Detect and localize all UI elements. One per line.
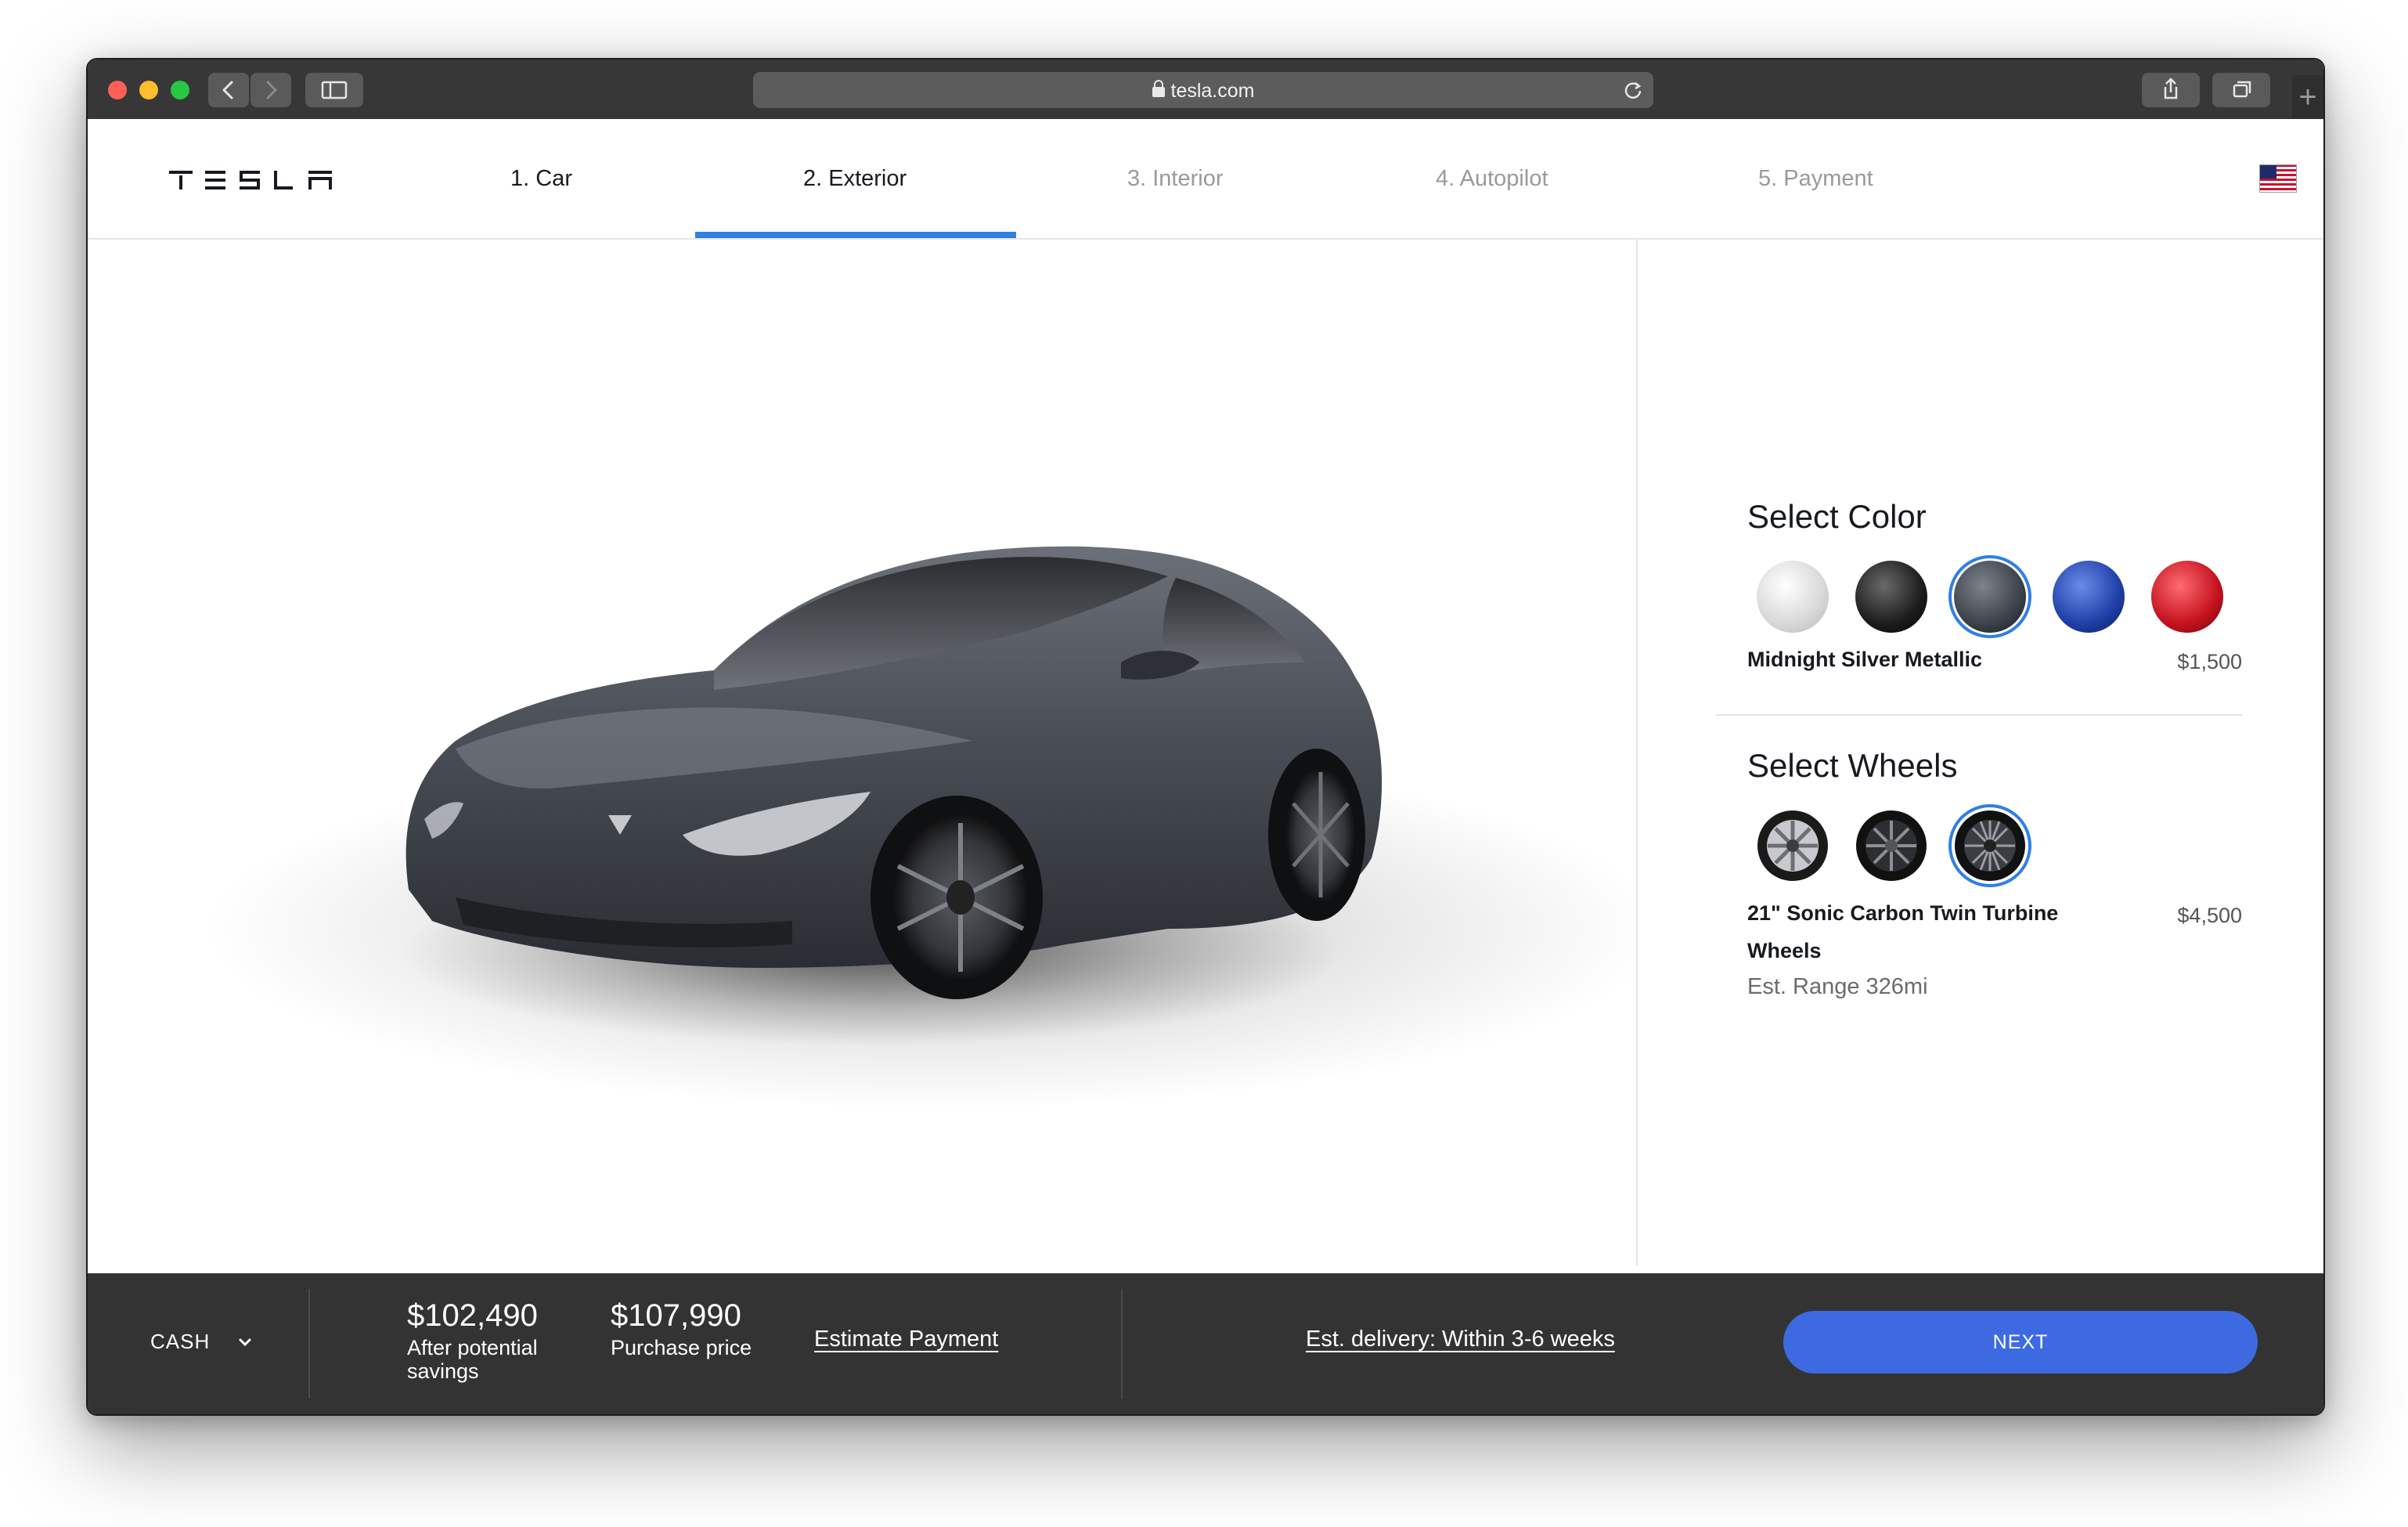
browser-window: tesla.com + 1. Car 2. Exterior 3. Interi… [86, 58, 2325, 1416]
order-footer: CASH $102,490 After potential savings $1… [88, 1273, 2323, 1414]
share-icon [2164, 78, 2178, 99]
selected-color-price: $1,500 [2177, 650, 2242, 673]
tab-interior[interactable]: 3. Interior [1127, 166, 1224, 192]
payment-mode-selector[interactable]: CASH [150, 1330, 254, 1354]
savings-price: $102,490 [407, 1298, 538, 1333]
options-panel [1636, 240, 2323, 1265]
url-text: tesla.com [1170, 80, 1255, 102]
purchase-label: Purchase price [611, 1336, 752, 1359]
close-window-button[interactable] [108, 81, 127, 99]
sidebar-toggle-button[interactable] [305, 73, 363, 107]
zoom-window-button[interactable] [171, 81, 189, 99]
midnight-silver-swatch[interactable] [1954, 561, 2026, 633]
back-button[interactable] [208, 73, 249, 107]
estimated-range: Est. Range 326mi [1747, 974, 1928, 999]
us-flag-icon[interactable] [2259, 164, 2297, 193]
select-color-heading: Select Color [1747, 498, 1927, 535]
reload-icon[interactable] [1622, 79, 1644, 101]
white-swatch[interactable] [1757, 561, 1829, 633]
tabs-icon [2233, 81, 2251, 98]
estimate-payment-link[interactable]: Estimate Payment [814, 1327, 998, 1352]
tab-payment[interactable]: 5. Payment [1758, 166, 1873, 192]
chevron-down-icon [239, 1338, 251, 1347]
savings-label: After potential savings [407, 1336, 538, 1383]
tab-autopilot[interactable]: 4. Autopilot [1436, 166, 1548, 192]
blue-swatch[interactable] [2053, 561, 2125, 633]
tab-car[interactable]: 1. Car [510, 166, 572, 192]
share-button[interactable] [2142, 73, 2200, 107]
wheel-option-2[interactable] [1855, 810, 1927, 882]
black-swatch[interactable] [1855, 561, 1927, 633]
new-tab-button[interactable]: + [2292, 75, 2323, 119]
configurator-nav: 1. Car 2. Exterior 3. Interior 4. Autopi… [88, 119, 2323, 240]
lock-icon [1152, 80, 1165, 97]
payment-mode-label: CASH [150, 1330, 211, 1353]
browser-toolbar: tesla.com + [88, 60, 2323, 121]
select-wheels-heading: Select Wheels [1747, 747, 1958, 784]
active-tab-indicator [695, 232, 1016, 238]
forward-button[interactable] [251, 73, 291, 107]
tab-exterior[interactable]: 2. Exterior [803, 166, 907, 192]
wheel-option-1[interactable] [1757, 810, 1829, 882]
purchase-price: $107,990 [611, 1298, 741, 1333]
next-button[interactable]: NEXT [1783, 1311, 2258, 1374]
footer-divider [308, 1289, 310, 1399]
selected-color-name: Midnight Silver Metallic [1747, 648, 1983, 671]
chevron-right-icon [266, 81, 277, 99]
red-swatch[interactable] [2151, 561, 2223, 633]
footer-divider-2 [1121, 1289, 1123, 1399]
selected-wheel-name: 21" Sonic Carbon Twin Turbine Wheels [1747, 901, 2059, 962]
wheel-option-3[interactable] [1954, 810, 2026, 882]
car-image[interactable] [88, 240, 1661, 1265]
car-viewer [88, 240, 1661, 1265]
selected-wheel-price: $4,500 [2177, 904, 2242, 927]
section-divider [1716, 714, 2242, 716]
tabs-overview-button[interactable] [2212, 73, 2270, 107]
delivery-estimate-link[interactable]: Est. delivery: Within 3-6 weeks [1306, 1327, 1615, 1352]
minimize-window-button[interactable] [139, 81, 158, 99]
sidebar-icon [321, 81, 348, 99]
address-bar[interactable]: tesla.com [753, 72, 1653, 108]
tesla-logo[interactable] [169, 169, 338, 191]
chevron-left-icon [222, 81, 233, 99]
